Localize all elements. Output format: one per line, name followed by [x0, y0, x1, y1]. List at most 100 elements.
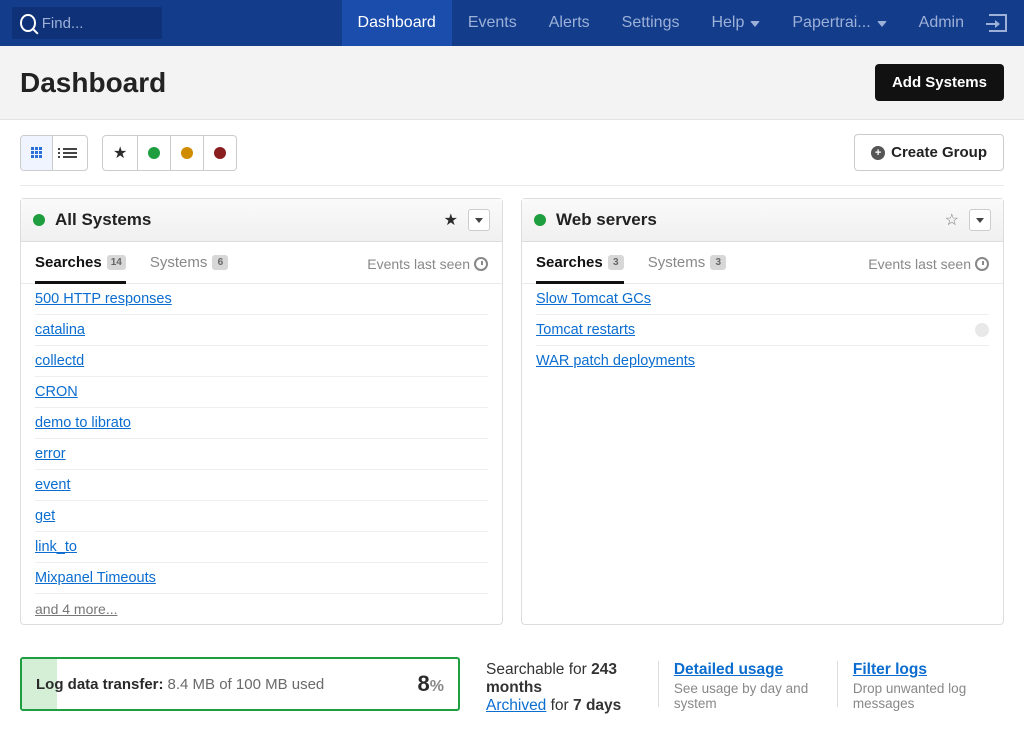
topbar: Dashboard Events Alerts Settings Help Pa… [0, 0, 1024, 46]
star-icon[interactable]: ☆ [945, 210, 959, 230]
search-link[interactable]: catalina [35, 322, 85, 338]
list-item: catalina [35, 315, 488, 346]
nav-help[interactable]: Help [695, 0, 776, 46]
nav-admin[interactable]: Admin [903, 0, 980, 46]
filter-red-button[interactable] [204, 136, 236, 170]
nav-events[interactable]: Events [452, 0, 533, 46]
clock-icon [975, 257, 989, 271]
add-systems-button[interactable]: Add Systems [875, 64, 1004, 101]
search-link[interactable]: Tomcat restarts [536, 322, 635, 338]
filter-amber-button[interactable] [171, 136, 204, 170]
view-list-button[interactable] [53, 136, 87, 170]
nav-label: Dashboard [358, 14, 436, 32]
nav-label: Admin [919, 14, 964, 32]
search-link[interactable]: collectd [35, 353, 84, 369]
panel-menu-button[interactable] [468, 209, 490, 231]
chevron-down-icon [877, 14, 887, 32]
search-input[interactable] [42, 15, 154, 32]
search-icon [20, 14, 36, 32]
green-dot-icon [148, 147, 160, 159]
alert-indicator-icon [975, 323, 989, 337]
archived-link[interactable]: Archived [486, 697, 546, 714]
tab-label: Systems [648, 254, 706, 271]
panel-web-servers: Web servers ☆ Searches 3 Systems 3 Event… [521, 198, 1004, 625]
detailed-usage-col: Detailed usage See usage by day and syst… [668, 657, 827, 711]
create-group-button[interactable]: + Create Group [854, 134, 1004, 171]
nav-settings[interactable]: Settings [606, 0, 696, 46]
search-link[interactable]: demo to librato [35, 415, 131, 431]
more-link[interactable]: and 4 more... [35, 601, 118, 617]
usage-percent: 8% [418, 671, 444, 697]
view-grid-button[interactable] [21, 136, 53, 170]
status-dot-icon [33, 214, 45, 226]
list-item-more: and 4 more... [35, 594, 488, 624]
list-item: Mixpanel Timeouts [35, 563, 488, 594]
usage-percent-num: 8 [418, 671, 430, 696]
page-title: Dashboard [20, 67, 166, 99]
search-link[interactable]: Mixpanel Timeouts [35, 570, 156, 586]
nav-label: Alerts [549, 14, 590, 32]
tab-searches[interactable]: Searches 3 [536, 254, 624, 284]
search-link[interactable]: error [35, 446, 66, 462]
star-icon[interactable]: ★ [444, 210, 458, 230]
nav-label: Help [711, 14, 744, 32]
panel-title: All Systems [55, 210, 434, 230]
toolbar: ★ + Create Group [0, 120, 1024, 185]
nav-logout[interactable] [980, 0, 1016, 46]
list-item: WAR patch deployments [536, 346, 989, 376]
nav-label: Papertrai... [792, 14, 870, 32]
events-last-seen: Events last seen [367, 256, 488, 282]
tab-systems[interactable]: Systems 3 [648, 254, 727, 284]
nav-alerts[interactable]: Alerts [533, 0, 606, 46]
panel-tabs: Searches 14 Systems 6 Events last seen [21, 242, 502, 284]
page-header: Dashboard Add Systems [0, 46, 1024, 120]
retention-info: Searchable for 243 months Archived for 7… [480, 657, 648, 715]
clock-icon [474, 257, 488, 271]
searchable-line: Searchable for 243 months [486, 661, 648, 697]
nav-label: Settings [622, 14, 680, 32]
plus-circle-icon: + [871, 146, 885, 160]
search-link[interactable]: get [35, 508, 55, 524]
filter-star-button[interactable]: ★ [103, 136, 138, 170]
filter-logs-sub: Drop unwanted log messages [853, 681, 1004, 711]
search-link[interactable]: 500 HTTP responses [35, 291, 172, 307]
tab-label: Searches [536, 254, 603, 271]
nav-label: Events [468, 14, 517, 32]
tab-count: 14 [107, 255, 126, 270]
list-item: Tomcat restarts [536, 315, 989, 346]
tab-count: 6 [212, 255, 228, 270]
darkred-dot-icon [214, 147, 226, 159]
list-item: Slow Tomcat GCs [536, 284, 989, 315]
tab-count: 3 [608, 255, 624, 270]
archived-line: Archived for 7 days [486, 697, 648, 715]
nav-papertrail[interactable]: Papertrai... [776, 0, 902, 46]
panel-header: Web servers ☆ [522, 199, 1003, 242]
search-link[interactable]: link_to [35, 539, 77, 555]
search-link[interactable]: CRON [35, 384, 78, 400]
usage-value: 8.4 MB of 100 MB used [168, 676, 325, 693]
detailed-usage-link[interactable]: Detailed usage [674, 661, 783, 678]
status-dot-icon [534, 214, 546, 226]
list-item: link_to [35, 532, 488, 563]
chevron-down-icon [750, 14, 760, 32]
filter-logs-link[interactable]: Filter logs [853, 661, 927, 678]
exit-icon [989, 14, 1007, 32]
search-link[interactable]: event [35, 477, 70, 493]
nav-dashboard[interactable]: Dashboard [342, 0, 452, 46]
search-link[interactable]: Slow Tomcat GCs [536, 291, 651, 307]
search-wrap[interactable] [12, 7, 162, 39]
list-item: CRON [35, 377, 488, 408]
filter-green-button[interactable] [138, 136, 171, 170]
tab-label: Systems [150, 254, 208, 271]
tab-count: 3 [710, 255, 726, 270]
divider [20, 185, 1004, 186]
list-icon [63, 148, 77, 158]
usage-box: Log data transfer: 8.4 MB of 100 MB used… [20, 657, 460, 711]
tab-systems[interactable]: Systems 6 [150, 254, 229, 284]
list-item: event [35, 470, 488, 501]
search-link[interactable]: WAR patch deployments [536, 353, 695, 369]
panel-tabs: Searches 3 Systems 3 Events last seen [522, 242, 1003, 284]
panel-menu-button[interactable] [969, 209, 991, 231]
tab-searches[interactable]: Searches 14 [35, 254, 126, 284]
search-list: 500 HTTP responses catalina collectd CRO… [21, 284, 502, 624]
